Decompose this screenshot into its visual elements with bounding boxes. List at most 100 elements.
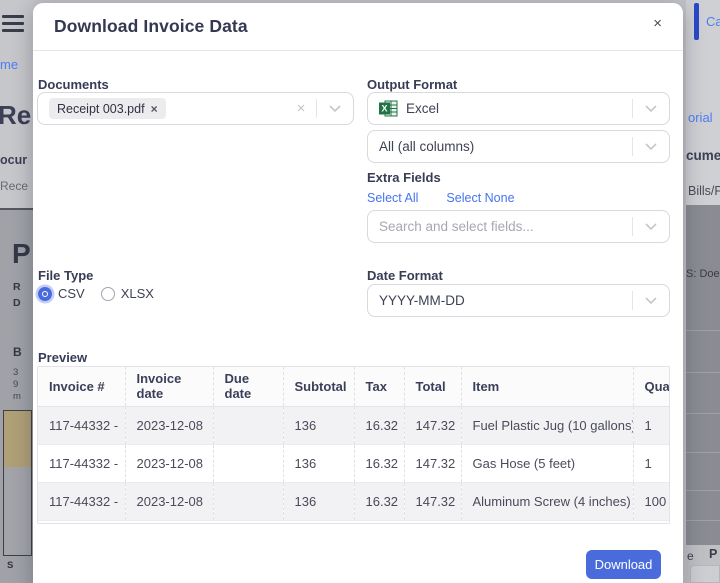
cell [213,406,283,444]
date-format-select[interactable]: YYYY-MM-DD [367,284,670,317]
radio-option-csv[interactable]: CSV [38,286,85,301]
cell: 136 [283,444,354,482]
cell: 147.32 [404,406,461,444]
clear-selection-icon[interactable]: × [286,100,316,117]
background-receipt-thumbnail [3,410,32,556]
hamburger-menu-icon[interactable] [2,15,24,36]
preview-label: Preview [38,350,87,365]
col-tax: Tax [354,367,404,406]
file-type-radio-group: CSV XLSX [38,286,154,301]
svg-text:X: X [381,104,387,114]
background-page-heading: Re [0,100,31,131]
columns-value: All (all columns) [379,139,474,154]
col-total: Total [404,367,461,406]
cell [213,444,283,482]
cell: Aluminum Screw (4 inches) [461,482,633,520]
output-format-label: Output Format [367,77,457,92]
background-big-letter: P [12,238,31,270]
col-quantity: Quantity [633,367,670,406]
radio-label-csv: CSV [58,286,85,301]
background-fields-panel [686,205,720,545]
cell: Gas Hose (5 feet) [461,444,633,482]
radio-unselected-icon[interactable] [101,287,115,301]
background-label-b: B [13,345,22,359]
background-bottom-letter: S [7,560,13,571]
table-header-row: Invoice # Invoice date Due date Subtotal… [38,367,670,406]
background-doc-heading-right: cumen [686,148,720,163]
document-tag: Receipt 003.pdf × [49,98,166,119]
cell: 117-44332 - [38,482,125,520]
output-format-value: Excel [406,101,439,116]
col-due-date: Due date [213,367,283,406]
background-top-button[interactable]: Ca [706,14,720,29]
tag-remove-icon[interactable]: × [151,102,158,116]
select-none-link[interactable]: Select None [446,191,514,205]
background-row-text: S: Doe J [686,268,720,280]
background-home-link[interactable]: me [0,57,18,72]
chevron-down-icon[interactable] [317,105,353,112]
cell: 16.32 [354,406,404,444]
radio-label-xlsx: XLSX [121,286,154,301]
background-small-2: 9 [13,379,18,390]
excel-icon: X [379,100,398,117]
modal-title: Download Invoice Data [54,16,248,37]
radio-selected-icon[interactable] [38,287,52,301]
cell: 2023-12-08 [125,444,213,482]
chevron-down-icon[interactable] [633,223,669,230]
cell: 16.32 [354,482,404,520]
background-page-right [686,0,720,205]
background-small-1: 3 [13,367,18,378]
background-label-d: D [13,297,21,309]
background-bottom-box [690,565,720,583]
col-item: Item [461,367,633,406]
radio-option-xlsx[interactable]: XLSX [101,286,154,301]
chevron-down-icon[interactable] [633,143,669,150]
preview-table-container[interactable]: Invoice # Invoice date Due date Subtotal… [37,366,670,524]
cell: 147.32 [404,444,461,482]
cell: 16.32 [354,444,404,482]
documents-select[interactable]: Receipt 003.pdf × × [37,92,354,125]
cell: 136 [283,406,354,444]
background-bottom-right-text: P [709,547,717,561]
modal-header: Download Invoice Data × [33,3,683,51]
columns-select[interactable]: All (all columns) [367,130,670,163]
cell: Fuel Plastic Jug (10 gallons) [461,406,633,444]
close-icon[interactable]: × [653,15,662,32]
col-subtotal: Subtotal [283,367,354,406]
documents-label: Documents [38,77,109,92]
date-format-value: YYYY-MM-DD [379,293,465,308]
extra-fields-placeholder: Search and select fields... [379,219,534,234]
file-type-label: File Type [38,268,93,283]
table-row: 117-44332 - 2023-12-08 136 16.32 147.32 … [38,406,670,444]
document-tag-label: Receipt 003.pdf [57,102,145,116]
background-doc-heading-left: ocur [0,153,27,167]
col-invoice-date: Invoice date [125,367,213,406]
cell: 100 [633,482,670,520]
background-file-name: Rece [0,179,28,193]
download-button[interactable]: Download [586,550,661,579]
extra-fields-links: Select All Select None [367,191,515,205]
background-bottom-left-text: e [687,549,694,563]
cell: 117-44332 - [38,444,125,482]
preview-table: Invoice # Invoice date Due date Subtotal… [38,367,670,521]
extra-fields-select[interactable]: Search and select fields... [367,210,670,243]
date-format-label: Date Format [367,268,443,283]
background-small-3: m [13,391,21,402]
cell: 2023-12-08 [125,406,213,444]
output-format-select[interactable]: X Excel [367,92,670,125]
chevron-down-icon[interactable] [633,297,669,304]
table-row: 117-44332 - 2023-12-08 136 16.32 147.32 … [38,444,670,482]
cell: 1 [633,444,670,482]
cell: 147.32 [404,482,461,520]
background-tutorial-link[interactable]: orial [688,110,713,125]
chevron-down-icon[interactable] [633,105,669,112]
cell [213,482,283,520]
select-all-link[interactable]: Select All [367,191,418,205]
cell: 136 [283,482,354,520]
download-invoice-modal: Download Invoice Data × Documents Receip… [33,3,683,583]
cell: 2023-12-08 [125,482,213,520]
cell: 1 [633,406,670,444]
background-tab-label[interactable]: Bills/Pay [688,184,720,198]
background-label-r: R [13,281,21,293]
col-invoice-number: Invoice # [38,367,125,406]
